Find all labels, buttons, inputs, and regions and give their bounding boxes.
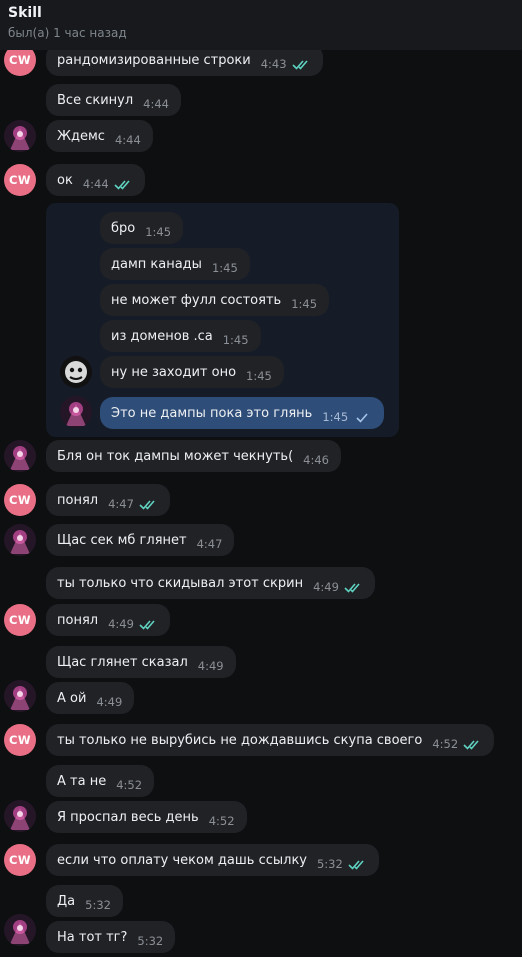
message-feed[interactable]: CW CW CW CW CW CW рандомизированные стро… bbox=[0, 0, 522, 957]
message-bubble[interactable]: Ждемс 4:44 bbox=[46, 120, 153, 152]
avatar[interactable] bbox=[60, 356, 92, 388]
message-text: дамп канады bbox=[111, 256, 202, 272]
message-time: 4:47 bbox=[108, 497, 134, 511]
avatar[interactable] bbox=[4, 800, 36, 832]
message-bubble[interactable]: На тот тг? 5:32 bbox=[46, 921, 176, 953]
message-text: Бля он ток дампы может чекнуть( bbox=[57, 448, 294, 464]
avatar[interactable]: CW bbox=[4, 484, 36, 516]
message-bubble[interactable]: если что оплату чеком дашь ссылку 5:32 bbox=[46, 844, 379, 876]
message-bubble[interactable]: ты только что скидывал этот скрин 4:49 bbox=[46, 567, 375, 599]
avatar[interactable]: CW bbox=[4, 604, 36, 636]
message-text: ну не заходит оно bbox=[111, 364, 237, 380]
message-time: 5:32 bbox=[85, 898, 111, 912]
message-time: 4:52 bbox=[432, 737, 459, 751]
message-time: 5:32 bbox=[137, 934, 164, 948]
avatar[interactable] bbox=[4, 914, 36, 946]
message-time: 4:52 bbox=[208, 814, 235, 828]
message-text: А та не bbox=[57, 773, 107, 789]
message-text: из доменов .ca bbox=[111, 328, 213, 344]
message-text: Да bbox=[57, 893, 76, 909]
message-bubble[interactable]: А та не 4:52 bbox=[46, 765, 155, 797]
message-time: 4:49 bbox=[197, 659, 224, 673]
message-bubble[interactable]: Да 5:32 bbox=[46, 885, 123, 917]
message-text: ты только что скидывал этот скрин bbox=[57, 575, 304, 591]
forwarded-message-bubble[interactable]: ну не заходит оно 1:45 bbox=[100, 356, 284, 388]
last-seen-status: был(а) 1 час назад bbox=[8, 26, 127, 40]
message-text: Щас сек мб глянет bbox=[57, 532, 187, 548]
message-text: бро bbox=[111, 220, 136, 236]
message-time: 4:44 bbox=[143, 97, 169, 111]
forwarded-message-bubble[interactable]: из доменов .ca 1:45 bbox=[100, 320, 261, 352]
message-text: Ждемс bbox=[57, 128, 105, 144]
message-bubble[interactable]: Щас глянет сказал 4:49 bbox=[46, 646, 236, 678]
avatar[interactable] bbox=[4, 680, 36, 712]
message-bubble[interactable]: Щас сек мб глянет 4:47 bbox=[46, 524, 235, 556]
message-time: 1:45 bbox=[222, 333, 249, 347]
double-check-icon bbox=[114, 179, 130, 190]
double-check-icon bbox=[139, 499, 155, 510]
avatar[interactable]: CW bbox=[4, 844, 36, 876]
message-time: 4:49 bbox=[96, 695, 123, 709]
avatar[interactable] bbox=[4, 524, 36, 556]
double-check-icon bbox=[291, 59, 308, 70]
message-time: 1:45 bbox=[211, 261, 238, 275]
message-bubble[interactable]: Все скинул 4:44 bbox=[46, 84, 181, 116]
message-bubble[interactable]: ок 4:44 bbox=[46, 164, 145, 196]
avatar[interactable] bbox=[60, 396, 92, 428]
avatar[interactable] bbox=[4, 120, 36, 152]
avatar[interactable] bbox=[4, 440, 36, 472]
forwarded-message-bubble[interactable]: Это не дампы пока это глянь 1:45 bbox=[100, 397, 385, 429]
message-time: 1:45 bbox=[246, 369, 272, 383]
double-check-icon bbox=[139, 619, 155, 630]
chat-title: Skill bbox=[8, 5, 42, 21]
message-text: ты только не вырубись не дождавшись скуп… bbox=[57, 732, 423, 748]
chat-header[interactable]: Skill был(а) 1 час назад bbox=[0, 0, 522, 50]
message-text: ок bbox=[57, 172, 73, 188]
forwarded-message-bubble[interactable]: дамп канады 1:45 bbox=[100, 248, 250, 280]
message-text: понял bbox=[57, 492, 99, 508]
message-bubble[interactable]: Бля он ток дампы может чекнуть( 4:46 bbox=[46, 440, 341, 472]
forwarded-message-bubble[interactable]: бро 1:45 bbox=[100, 212, 184, 244]
message-time: 1:45 bbox=[322, 410, 349, 424]
message-time: 1:45 bbox=[291, 297, 318, 311]
message-text: На тот тг? bbox=[57, 929, 128, 945]
message-bubble[interactable]: А ой 4:49 bbox=[46, 682, 135, 714]
message-time: 4:49 bbox=[108, 617, 134, 631]
message-text: Щас глянет сказал bbox=[57, 654, 188, 670]
message-text: не может фулл состоять bbox=[111, 292, 282, 308]
message-text: Все скинул bbox=[57, 92, 134, 108]
message-time: 1:45 bbox=[145, 225, 172, 239]
message-time: 4:44 bbox=[114, 133, 141, 147]
message-text: Это не дампы пока это глянь bbox=[111, 405, 313, 421]
double-check-icon bbox=[463, 739, 479, 750]
message-time: 4:49 bbox=[313, 580, 339, 594]
message-bubble[interactable]: понял 4:49 bbox=[46, 604, 170, 636]
avatar[interactable]: CW bbox=[4, 164, 36, 196]
message-bubble[interactable]: понял 4:47 bbox=[46, 484, 170, 516]
avatar[interactable]: CW bbox=[4, 724, 36, 756]
forwarded-message-bubble[interactable]: не может фулл состоять 1:45 bbox=[100, 284, 330, 316]
double-check-icon bbox=[348, 859, 364, 870]
message-bubble[interactable]: ты только не вырубись не дождавшись скуп… bbox=[46, 724, 495, 756]
message-text: если что оплату чеком дашь ссылку bbox=[57, 852, 307, 868]
message-text: рандомизированные строки bbox=[57, 52, 251, 68]
message-text: понял bbox=[57, 612, 99, 628]
message-time: 4:44 bbox=[82, 177, 109, 191]
message-bubble[interactable]: Я проспал весь день 4:52 bbox=[46, 801, 247, 833]
message-time: 5:32 bbox=[316, 857, 343, 871]
message-time: 4:43 bbox=[260, 57, 287, 71]
message-time: 4:47 bbox=[196, 537, 223, 551]
check-icon bbox=[356, 412, 368, 423]
double-check-icon bbox=[344, 582, 360, 593]
message-time: 4:46 bbox=[303, 453, 329, 467]
message-text: Я проспал весь день bbox=[57, 809, 199, 825]
message-text: А ой bbox=[57, 690, 87, 706]
message-time: 4:52 bbox=[116, 778, 143, 792]
